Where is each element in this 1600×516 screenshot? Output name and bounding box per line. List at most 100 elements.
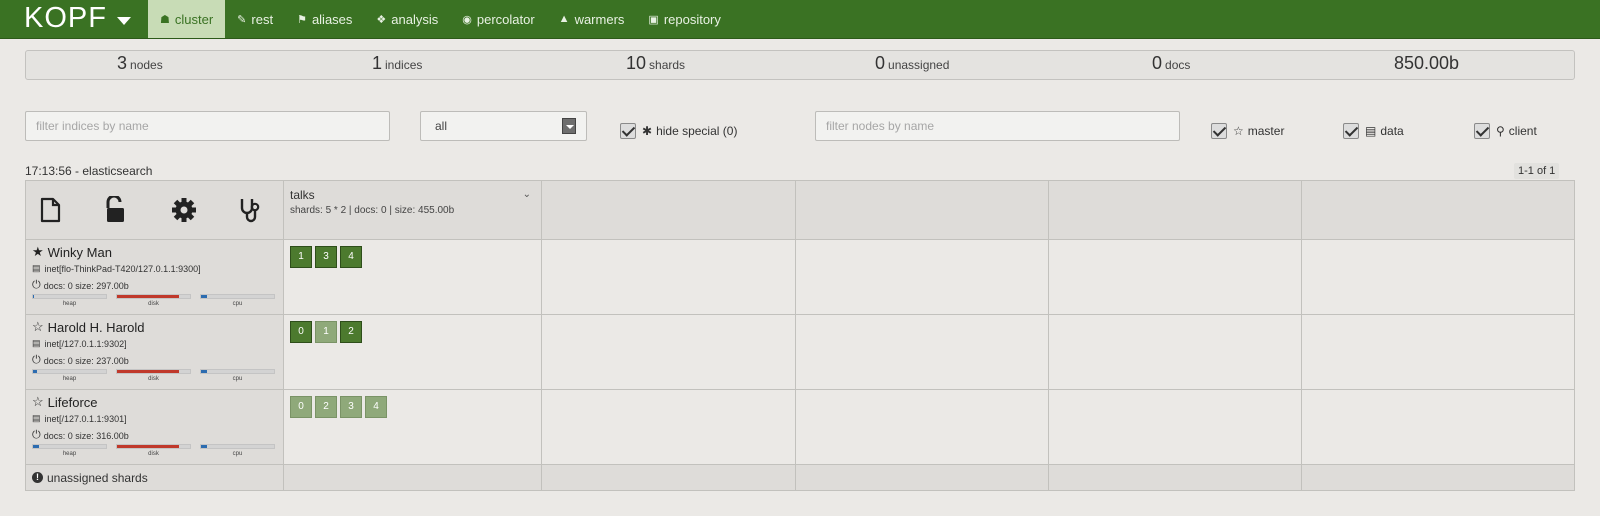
target-icon: ◉ bbox=[462, 13, 472, 26]
empty-shard-cell bbox=[1049, 390, 1302, 465]
master-toggle[interactable]: ☆ master bbox=[1211, 123, 1284, 139]
chevron-down-icon[interactable]: ⌄ bbox=[523, 189, 531, 200]
data-toggle[interactable]: ▤ data bbox=[1343, 123, 1404, 139]
primary-shard[interactable]: 1 bbox=[290, 246, 312, 268]
cpu-bar bbox=[200, 294, 275, 299]
empty-shard-cell bbox=[796, 390, 1049, 465]
new-index-icon[interactable] bbox=[36, 196, 64, 224]
disk-bar bbox=[116, 444, 191, 449]
stat-docs-value: 0 bbox=[1152, 53, 1163, 73]
empty-index-header bbox=[796, 181, 1049, 240]
cpu-bar-fill bbox=[201, 295, 207, 298]
replica-shard[interactable]: 1 bbox=[315, 321, 337, 343]
shard-cell: 134 bbox=[284, 240, 542, 315]
disk-label: disk bbox=[148, 451, 159, 457]
empty-shard-cell bbox=[542, 315, 796, 390]
cpu-bar bbox=[200, 369, 275, 374]
star-empty-icon: ☆ bbox=[32, 394, 44, 409]
sitemap-icon: ☗ bbox=[160, 13, 170, 26]
stat-docs-label: docs bbox=[1165, 58, 1191, 72]
disk-bar-fill bbox=[117, 445, 180, 448]
master-label: master bbox=[1247, 124, 1285, 138]
nav-warmers[interactable]: ▲ warmers bbox=[547, 0, 637, 38]
empty-shard-cell bbox=[1049, 315, 1302, 390]
node-docs-row: ⏻ docs: 0 size: 237.00b bbox=[32, 354, 277, 367]
index-meta: shards: 5 * 2 | docs: 0 | size: 455.00b bbox=[290, 205, 455, 216]
pagination[interactable]: 1-1 of 1 bbox=[1514, 163, 1560, 179]
empty-index-header bbox=[1302, 181, 1574, 240]
disk-bar bbox=[116, 294, 191, 299]
stat-indices: 1 indices bbox=[372, 53, 422, 74]
primary-shard[interactable]: 2 bbox=[340, 321, 362, 343]
node-docs-row: ⏻ docs: 0 size: 297.00b bbox=[32, 279, 277, 292]
disk-label: disk bbox=[148, 376, 159, 382]
caret-down-icon bbox=[116, 16, 131, 25]
stat-shards-label: shards bbox=[649, 58, 686, 72]
master-checkbox[interactable] bbox=[1211, 123, 1227, 139]
heap-label: heap bbox=[62, 451, 77, 457]
index-header-talks[interactable]: talks shards: 5 * 2 | docs: 0 | size: 45… bbox=[284, 181, 542, 240]
fire-icon: ▲ bbox=[558, 13, 570, 25]
replica-shard[interactable]: 4 bbox=[365, 396, 387, 418]
stethoscope-icon[interactable] bbox=[237, 196, 265, 224]
data-label: data bbox=[1380, 124, 1404, 138]
data-checkbox[interactable] bbox=[1343, 123, 1359, 139]
nav-cluster[interactable]: ☗ cluster bbox=[148, 0, 226, 38]
cpu-bar-fill bbox=[201, 370, 207, 373]
replica-shard[interactable]: 3 bbox=[340, 396, 362, 418]
cluster-timestamp: 17:13:56 - elasticsearch bbox=[25, 164, 153, 178]
node-name-row: ☆ Lifeforce bbox=[32, 394, 277, 410]
node-info-cell[interactable]: ★ Winky Man ▤ inet[flo-ThinkPad-T420/127.0.… bbox=[26, 240, 284, 315]
nav-analysis[interactable]: ❖ analysis bbox=[364, 0, 450, 38]
node-name: Winky Man bbox=[47, 244, 112, 260]
replica-shard[interactable]: 0 bbox=[290, 396, 312, 418]
primary-shard[interactable]: 0 bbox=[290, 321, 312, 343]
filter-indices-input[interactable] bbox=[25, 111, 390, 141]
power-icon: ⏻ bbox=[32, 279, 41, 291]
node-address-row: ▤ inet[/127.0.1.1:9302] bbox=[32, 338, 277, 349]
puzzle-icon: ❖ bbox=[376, 13, 387, 26]
primary-shard[interactable]: 3 bbox=[315, 246, 337, 268]
power-icon: ⏻ bbox=[32, 429, 41, 441]
nav-percolator[interactable]: ◉ percolator bbox=[450, 0, 546, 38]
client-toggle[interactable]: ⚲ client bbox=[1474, 123, 1537, 139]
empty-shard-cell bbox=[1302, 240, 1574, 315]
primary-shard[interactable]: 4 bbox=[340, 246, 362, 268]
nav-aliases[interactable]: ⚑ aliases bbox=[285, 0, 364, 38]
cluster-overview-grid: talks shards: 5 * 2 | docs: 0 | size: 45… bbox=[25, 180, 1575, 491]
star-filled-icon: ★ bbox=[32, 244, 44, 259]
index-state-select[interactable]: all bbox=[420, 111, 587, 141]
dropdown-arrow-icon bbox=[562, 118, 576, 134]
unassigned-cell bbox=[1049, 465, 1302, 491]
tags-icon: ⚑ bbox=[297, 13, 307, 26]
nav-rest-label: rest bbox=[251, 11, 274, 27]
stat-unassigned-label: unassigned bbox=[888, 58, 950, 72]
empty-shard-cell bbox=[1049, 240, 1302, 315]
filter-nodes-input[interactable] bbox=[815, 111, 1180, 141]
node-info-cell[interactable]: ☆ Harold H. Harold ▤ inet[/127.0.1.1:9302] ⏻… bbox=[26, 315, 284, 390]
hide-special-checkbox[interactable] bbox=[620, 123, 636, 139]
cpu-label: cpu bbox=[232, 376, 243, 382]
nav-rest[interactable]: ✎ rest bbox=[225, 0, 285, 38]
gear-icon[interactable] bbox=[170, 196, 198, 224]
main-nav: ☗ cluster ✎ rest ⚑ aliases ❖ analysis ◉ … bbox=[148, 0, 733, 38]
brand-menu[interactable]: KOPF bbox=[24, 2, 131, 35]
hide-special-toggle[interactable]: ✱ hide special (0) bbox=[620, 123, 737, 139]
client-checkbox[interactable] bbox=[1474, 123, 1490, 139]
stat-shards: 10 shards bbox=[626, 53, 685, 74]
nav-warmers-label: warmers bbox=[574, 11, 625, 27]
stat-unassigned: 0 unassigned bbox=[875, 53, 949, 74]
node-address-row: ▤ inet[flo-ThinkPad-T420/127.0.1.1:9300] bbox=[32, 263, 277, 274]
node-docs-row: ⏻ docs: 0 size: 316.00b bbox=[32, 429, 277, 442]
empty-shard-cell bbox=[542, 390, 796, 465]
stat-docs: 0 docs bbox=[1152, 53, 1190, 74]
unlock-icon[interactable] bbox=[102, 196, 130, 224]
unassigned-shards-row-label: ! unassigned shards bbox=[26, 465, 284, 491]
node-metrics: heap disk cpu bbox=[32, 444, 278, 458]
node-info-cell[interactable]: ☆ Lifeforce ▤ inet[/127.0.1.1:9301] ⏻ docs: 0… bbox=[26, 390, 284, 465]
replica-shard[interactable]: 2 bbox=[315, 396, 337, 418]
nav-repository[interactable]: ▣ repository bbox=[636, 0, 732, 38]
node-metrics: heap disk cpu bbox=[32, 294, 278, 308]
disk-bar-fill bbox=[117, 370, 180, 373]
unassigned-label: unassigned shards bbox=[47, 470, 148, 485]
